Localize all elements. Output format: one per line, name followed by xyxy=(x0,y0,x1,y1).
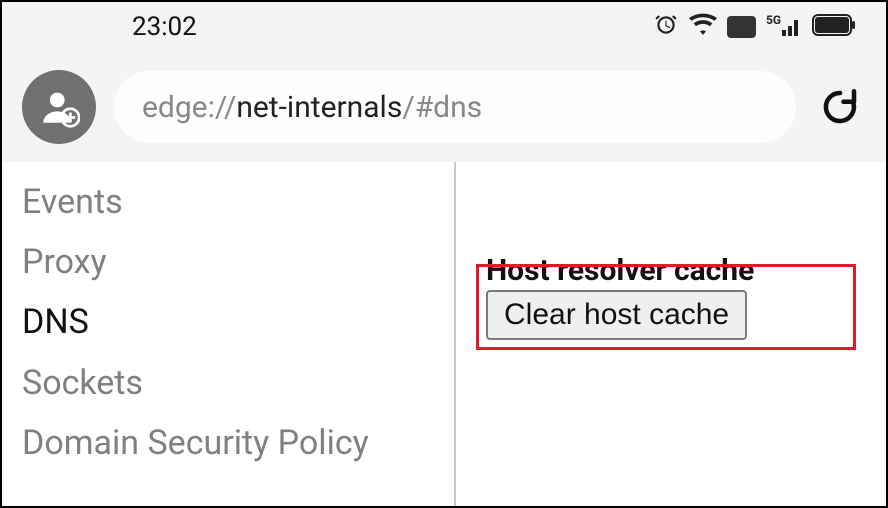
sidebar-item-domain-security-policy[interactable]: Domain Security Policy xyxy=(22,413,454,473)
signal-5g-icon: 5G xyxy=(766,12,802,42)
status-icons: HD 5G xyxy=(653,12,856,42)
reload-button[interactable] xyxy=(814,81,866,133)
url-prefix: edge:// xyxy=(142,90,236,125)
sidebar-item-events[interactable]: Events xyxy=(22,172,454,232)
url-suffix: /#dns xyxy=(402,90,482,125)
address-bar[interactable]: edge://net-internals/#dns xyxy=(114,71,796,143)
battery-icon xyxy=(812,14,856,40)
sidebar-item-sockets[interactable]: Sockets xyxy=(22,353,454,413)
svg-text:5G: 5G xyxy=(766,13,781,27)
section-title: Host resolver cache xyxy=(486,253,754,288)
status-bar: 23:02 HD 5G xyxy=(2,2,886,52)
device-frame: 23:02 HD 5G xyxy=(0,0,888,508)
wifi-icon xyxy=(689,13,717,41)
url-host: net-internals xyxy=(236,90,402,125)
sidebar: Events Proxy DNS Sockets Domain Security… xyxy=(2,162,456,506)
browser-toolbar: edge://net-internals/#dns xyxy=(2,52,886,162)
hd-icon: HD xyxy=(727,16,756,38)
clear-host-cache-button[interactable]: Clear host cache xyxy=(486,290,747,340)
sidebar-item-proxy[interactable]: Proxy xyxy=(22,232,454,292)
alarm-icon xyxy=(653,12,679,42)
page-content: Events Proxy DNS Sockets Domain Security… xyxy=(2,162,886,506)
status-time: 23:02 xyxy=(132,12,197,42)
sidebar-item-dns[interactable]: DNS xyxy=(22,292,454,352)
profile-avatar-button[interactable] xyxy=(22,70,96,144)
main-panel: Host resolver cache Clear host cache xyxy=(456,162,886,506)
